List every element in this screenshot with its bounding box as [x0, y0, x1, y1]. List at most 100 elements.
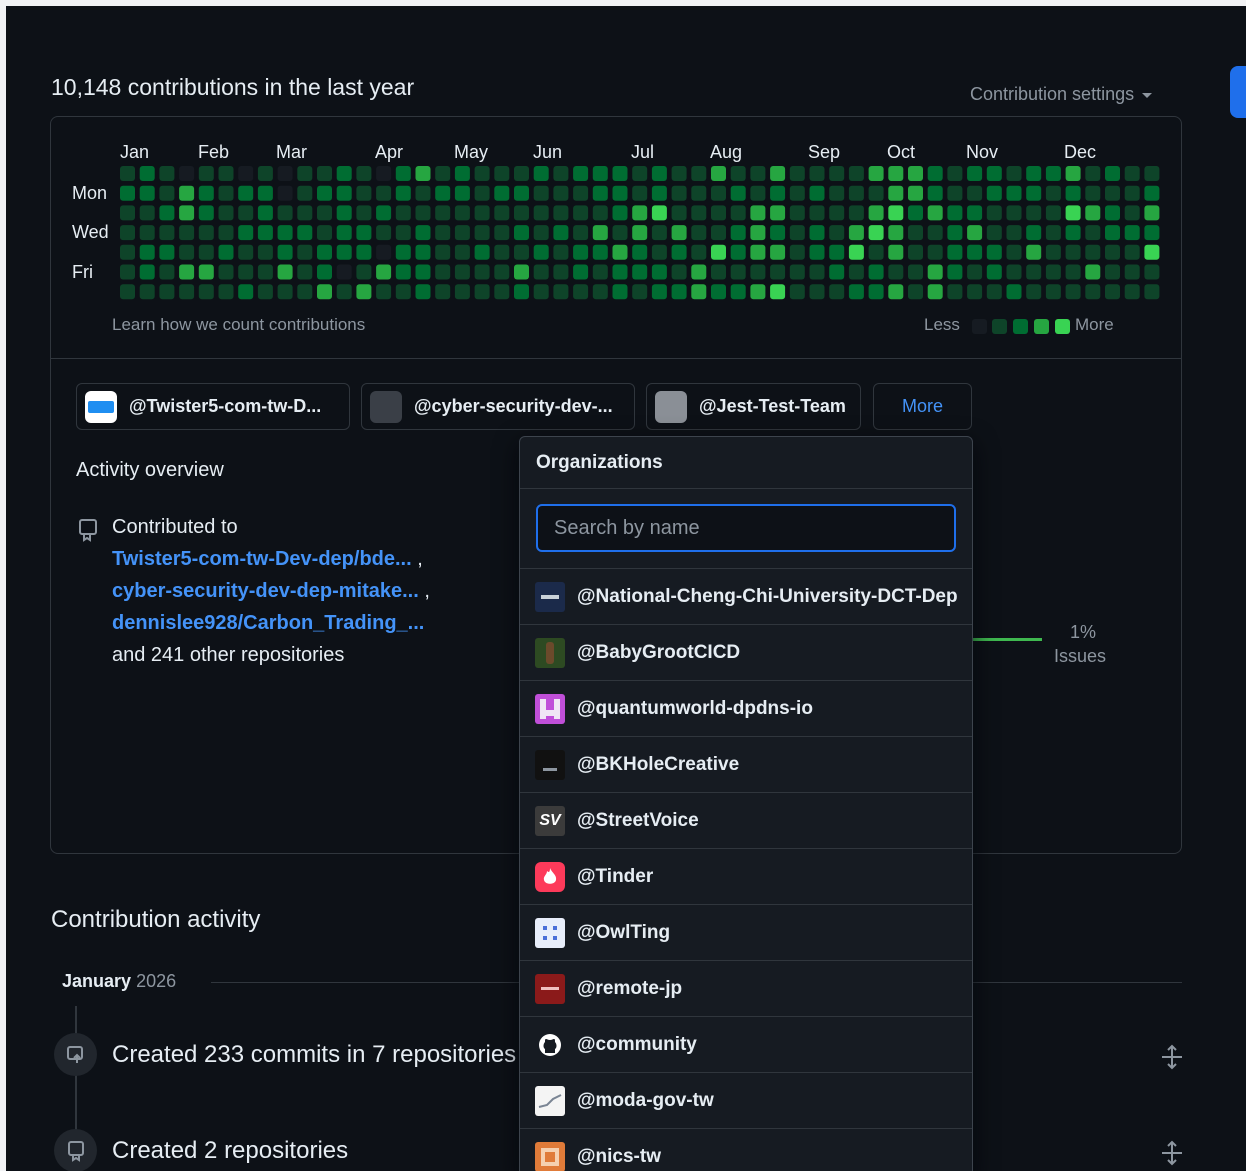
- contribution-day-cell[interactable]: [711, 166, 726, 181]
- contribution-day-cell[interactable]: [395, 185, 411, 201]
- contribution-day-cell[interactable]: [947, 264, 963, 280]
- org-item-national-cheng-chi[interactable]: @National-Cheng-Chi-University-DCT-Dep: [520, 569, 972, 625]
- contribution-day-cell[interactable]: [770, 166, 786, 181]
- contribution-day-cell[interactable]: [868, 284, 884, 300]
- contribution-day-cell[interactable]: [809, 284, 825, 300]
- contribution-day-cell[interactable]: [1026, 284, 1042, 300]
- contribution-day-cell[interactable]: [592, 166, 608, 181]
- contribution-day-cell[interactable]: [336, 205, 352, 221]
- contribution-day-cell[interactable]: [356, 185, 372, 201]
- contribution-day-cell[interactable]: [257, 185, 273, 201]
- contribution-day-cell[interactable]: [868, 225, 884, 241]
- contribution-day-cell[interactable]: [789, 166, 805, 181]
- contribution-day-cell[interactable]: [1124, 225, 1140, 241]
- contribution-day-cell[interactable]: [1144, 244, 1160, 260]
- contribution-day-cell[interactable]: [927, 205, 943, 221]
- contribution-day-cell[interactable]: [415, 244, 431, 260]
- contribution-day-cell[interactable]: [494, 205, 510, 221]
- contribution-day-cell[interactable]: [376, 244, 392, 260]
- contribution-day-cell[interactable]: [592, 264, 608, 280]
- contribution-day-cell[interactable]: [238, 244, 254, 260]
- contributed-repo-link[interactable]: cyber-security-dev-dep-mitake... ,: [112, 580, 430, 603]
- contribution-day-cell[interactable]: [356, 264, 372, 280]
- contribution-day-cell[interactable]: [888, 264, 904, 280]
- contribution-day-cell[interactable]: [179, 225, 195, 241]
- contribution-day-cell[interactable]: [1144, 225, 1160, 241]
- contribution-day-cell[interactable]: [356, 244, 372, 260]
- contribution-day-cell[interactable]: [454, 225, 470, 241]
- contribution-day-cell[interactable]: [257, 225, 273, 241]
- contribution-day-cell[interactable]: [514, 166, 529, 181]
- contribution-day-cell[interactable]: [1045, 205, 1061, 221]
- contribution-day-cell[interactable]: [1065, 225, 1081, 241]
- contribution-day-cell[interactable]: [848, 244, 864, 260]
- contribution-day-cell[interactable]: [159, 244, 175, 260]
- contribution-day-cell[interactable]: [711, 244, 726, 260]
- contribution-day-cell[interactable]: [573, 244, 589, 260]
- contribution-day-cell[interactable]: [632, 205, 648, 221]
- contribution-day-cell[interactable]: [927, 264, 943, 280]
- contribution-day-cell[interactable]: [277, 225, 293, 241]
- contribution-day-cell[interactable]: [159, 185, 175, 201]
- contribution-day-cell[interactable]: [415, 166, 431, 181]
- contribution-day-cell[interactable]: [1144, 284, 1160, 300]
- contribution-day-cell[interactable]: [435, 185, 451, 201]
- contribution-day-cell[interactable]: [415, 205, 431, 221]
- contribution-day-cell[interactable]: [514, 185, 529, 201]
- contribution-day-cell[interactable]: [927, 244, 943, 260]
- contribution-day-cell[interactable]: [494, 166, 510, 181]
- contribution-day-cell[interactable]: [454, 264, 470, 280]
- contribution-day-cell[interactable]: [868, 244, 884, 260]
- contribution-day-cell[interactable]: [612, 244, 628, 260]
- contribution-day-cell[interactable]: [671, 264, 687, 280]
- contribution-day-cell[interactable]: [1105, 244, 1120, 260]
- org-filter-cyber-security[interactable]: @cyber-security-dev-...: [361, 383, 635, 430]
- contribution-day-cell[interactable]: [553, 244, 569, 260]
- contribution-day-cell[interactable]: [238, 284, 254, 300]
- contribution-day-cell[interactable]: [336, 225, 352, 241]
- contribution-day-cell[interactable]: [730, 264, 746, 280]
- contribution-day-cell[interactable]: [1085, 284, 1101, 300]
- contribution-day-cell[interactable]: [218, 244, 234, 260]
- contribution-day-cell[interactable]: [908, 166, 923, 181]
- contribution-day-cell[interactable]: [435, 166, 451, 181]
- contribution-day-cell[interactable]: [139, 205, 155, 221]
- contribution-day-cell[interactable]: [533, 244, 549, 260]
- contribution-day-cell[interactable]: [356, 225, 372, 241]
- contribution-day-cell[interactable]: [750, 225, 766, 241]
- contribution-day-cell[interactable]: [494, 264, 510, 280]
- contribution-day-cell[interactable]: [908, 264, 923, 280]
- contribution-day-cell[interactable]: [711, 205, 726, 221]
- contribution-day-cell[interactable]: [454, 166, 470, 181]
- contribution-day-cell[interactable]: [376, 166, 392, 181]
- contribution-day-cell[interactable]: [947, 205, 963, 221]
- contribution-day-cell[interactable]: [632, 264, 648, 280]
- contribution-day-cell[interactable]: [159, 205, 175, 221]
- contribution-day-cell[interactable]: [651, 264, 667, 280]
- contribution-day-cell[interactable]: [474, 205, 490, 221]
- contribution-day-cell[interactable]: [179, 166, 195, 181]
- contribution-day-cell[interactable]: [159, 166, 175, 181]
- contribution-day-cell[interactable]: [848, 166, 864, 181]
- contribution-day-cell[interactable]: [1085, 264, 1101, 280]
- contribution-day-cell[interactable]: [711, 185, 726, 201]
- contribution-day-cell[interactable]: [533, 166, 549, 181]
- contribution-day-cell[interactable]: [592, 225, 608, 241]
- org-item-streetvoice[interactable]: SV @StreetVoice: [520, 793, 972, 849]
- contribution-day-cell[interactable]: [514, 244, 529, 260]
- contribution-day-cell[interactable]: [494, 185, 510, 201]
- contribution-day-cell[interactable]: [730, 225, 746, 241]
- contribution-day-cell[interactable]: [691, 205, 707, 221]
- contribution-day-cell[interactable]: [573, 225, 589, 241]
- contribution-day-cell[interactable]: [829, 185, 845, 201]
- contribution-day-cell[interactable]: [829, 166, 845, 181]
- contribution-day-cell[interactable]: [514, 225, 529, 241]
- expand-icon[interactable]: [1159, 1044, 1185, 1070]
- contribution-day-cell[interactable]: [612, 205, 628, 221]
- org-filter-jest-test-team[interactable]: @Jest-Test-Team: [646, 383, 861, 430]
- contribution-day-cell[interactable]: [1105, 225, 1120, 241]
- contribution-day-cell[interactable]: [376, 284, 392, 300]
- contribution-day-cell[interactable]: [376, 264, 392, 280]
- contribution-day-cell[interactable]: [1065, 284, 1081, 300]
- contribution-day-cell[interactable]: [1144, 205, 1160, 221]
